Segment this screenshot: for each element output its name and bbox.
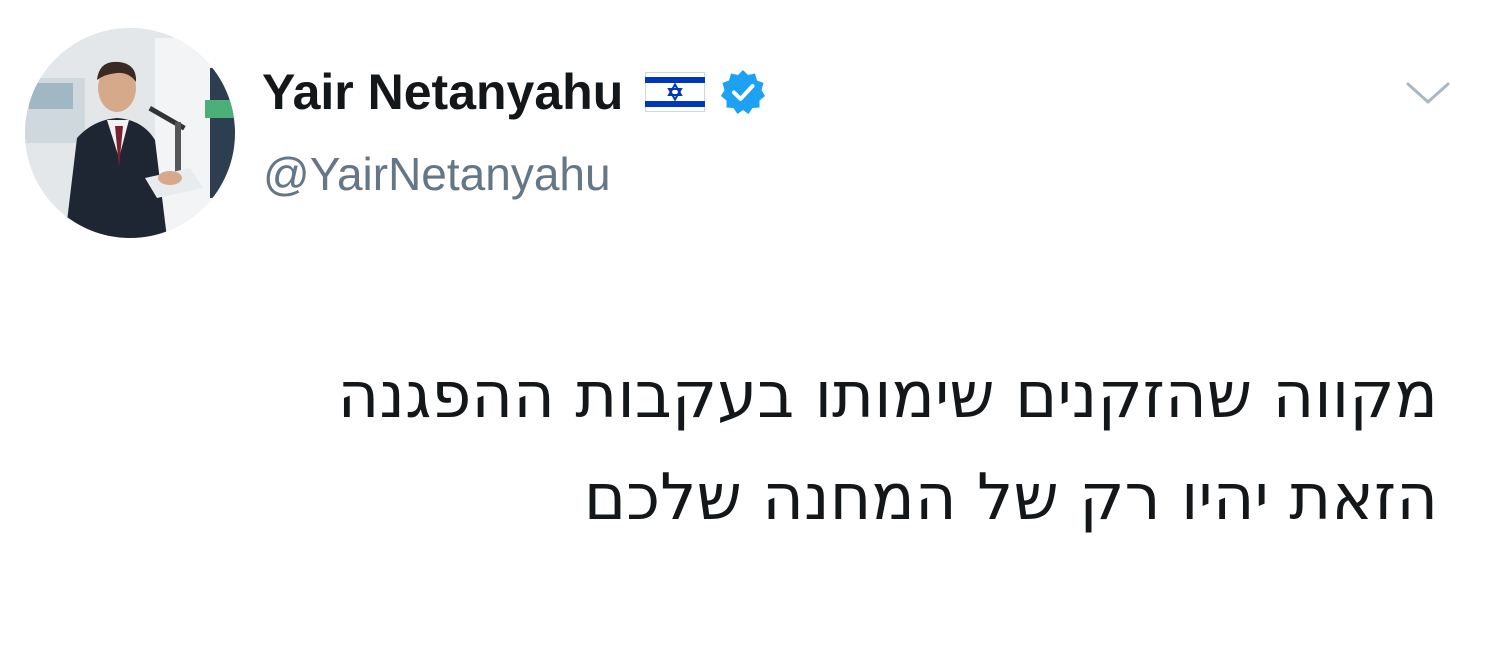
verified-badge-icon — [719, 68, 767, 116]
israel-flag-icon — [645, 72, 706, 112]
tweet-text: מקווה שהזקנים שימותו בעקבות ההפגנה הזאת … — [108, 345, 1439, 549]
avatar[interactable] — [25, 28, 235, 238]
display-name[interactable]: Yair Netanyahu — [262, 62, 623, 122]
user-handle[interactable]: @YairNetanyahu — [263, 146, 611, 202]
chevron-down-icon[interactable] — [1400, 72, 1456, 112]
author-info[interactable]: Yair Netanyahu — [262, 62, 767, 122]
tweet-card: Yair Netanyahu @YairNetanyahu מקווה שהזק… — [0, 0, 1496, 649]
tweet-text-line: הזאת יהיו רק של המחנה שלכם — [583, 461, 1438, 535]
avatar-photo — [25, 28, 235, 238]
tweet-text-line: מקווה שהזקנים שימותו בעקבות ההפגנה — [337, 359, 1439, 433]
